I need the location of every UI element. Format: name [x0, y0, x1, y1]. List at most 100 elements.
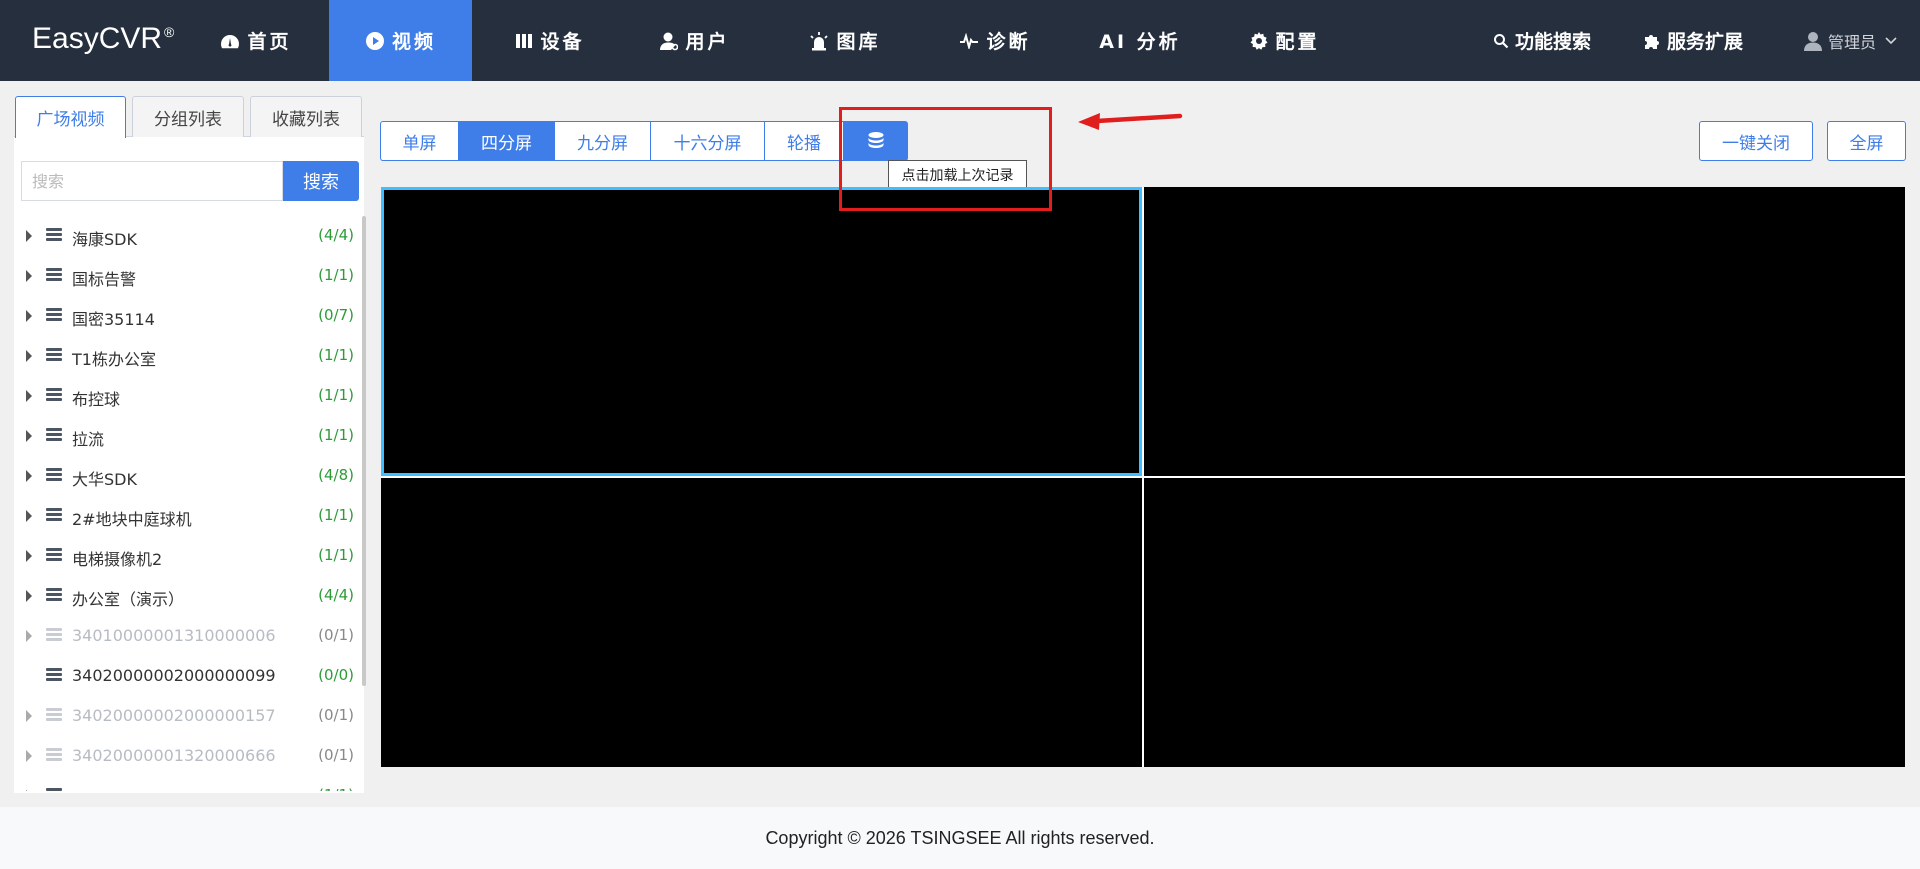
- expand-caret-icon[interactable]: [26, 470, 32, 482]
- tree-item[interactable]: 34020000002000000099 (0/0): [14, 656, 354, 696]
- nav-device[interactable]: 设备: [495, 0, 605, 81]
- tree-item[interactable]: 2#地块中庭球机 (1/1): [14, 496, 354, 536]
- service-extend-label: 服务扩展: [1667, 31, 1744, 53]
- load-history-button[interactable]: [844, 121, 908, 161]
- tree-item[interactable]: 海康SDK (4/4): [14, 216, 354, 256]
- alarm-light-icon: [810, 31, 829, 50]
- expand-caret-icon[interactable]: [26, 590, 32, 602]
- tree-item[interactable]: 大华SDK (4/8): [14, 456, 354, 496]
- server-icon: [46, 708, 62, 723]
- tab-group-list[interactable]: 分组列表: [132, 96, 244, 137]
- tree-item-count: (1/1): [318, 546, 354, 564]
- tree-item[interactable]: 34020000002000000157 (0/1): [14, 696, 354, 736]
- puzzle-icon: [1645, 34, 1659, 49]
- nav-home-label: 首页: [247, 31, 292, 53]
- expand-caret-icon[interactable]: [26, 630, 32, 642]
- tree-item[interactable]: 布控球 (1/1): [14, 376, 354, 416]
- tree-scrollbar[interactable]: [362, 216, 366, 686]
- copyright-text: Copyright © 2026 TSINGSEE All rights res…: [765, 827, 1155, 848]
- video-cell-2[interactable]: [1144, 187, 1905, 476]
- tree-item-name: 国密35114: [72, 310, 155, 329]
- tree-item[interactable]: 34010000001310000006 (0/1): [14, 616, 354, 656]
- video-cell-4[interactable]: [1144, 478, 1905, 767]
- expand-caret-icon[interactable]: [26, 790, 32, 791]
- layout-four[interactable]: 四分屏: [459, 121, 555, 161]
- tree-item-name: 办公室: [72, 786, 120, 791]
- close-all-button[interactable]: 一键关闭: [1699, 121, 1813, 161]
- tree-item-name: 布控球: [72, 390, 121, 409]
- fullscreen-button[interactable]: 全屏: [1827, 121, 1906, 161]
- nav-gallery[interactable]: 图库: [790, 0, 900, 81]
- tree-item[interactable]: 办公室 (1/1): [14, 776, 354, 791]
- video-cell-3[interactable]: [381, 478, 1142, 767]
- expand-caret-icon[interactable]: [26, 750, 32, 762]
- tree-item[interactable]: 国密35114 (0/7): [14, 296, 354, 336]
- nav-home[interactable]: 首页: [206, 0, 306, 81]
- layout-single[interactable]: 单屏: [380, 121, 459, 161]
- user-menu[interactable]: 管理员: [1803, 0, 1904, 81]
- nav-device-label: 设备: [540, 31, 585, 53]
- search-input[interactable]: [21, 161, 283, 201]
- video-cell-1[interactable]: [381, 187, 1142, 476]
- nav-video[interactable]: 视频: [329, 0, 472, 81]
- server-icon: [46, 228, 62, 243]
- layout-nine[interactable]: 九分屏: [555, 121, 651, 161]
- server-icon: [46, 668, 62, 683]
- tree-item[interactable]: 拉流 (1/1): [14, 416, 354, 456]
- tree-item-name: 海康SDK: [72, 230, 137, 249]
- tab-plaza-video[interactable]: 广场视频: [15, 96, 126, 138]
- tab-favorites[interactable]: 收藏列表: [250, 96, 362, 137]
- tree-item-name: 电梯摄像机2: [72, 550, 163, 569]
- expand-caret-icon[interactable]: [26, 710, 32, 722]
- gear-icon: [1250, 31, 1268, 50]
- nav-diagnose[interactable]: 诊断: [940, 0, 1050, 81]
- tree-item-count: (4/4): [318, 586, 354, 604]
- server-icon: [46, 308, 62, 323]
- tree-item-name: 办公室（演示）: [72, 590, 185, 609]
- feature-search[interactable]: 功能搜索: [1493, 0, 1591, 81]
- expand-caret-icon[interactable]: [26, 550, 32, 562]
- layout-sixteen[interactable]: 十六分屏: [651, 121, 765, 161]
- server-icon: [46, 388, 62, 403]
- tree-item-count: (1/1): [318, 266, 354, 284]
- tree-item[interactable]: T1栋办公室 (1/1): [14, 336, 354, 376]
- nav-video-label: 视频: [391, 31, 436, 53]
- nav-ai[interactable]: AI 分析: [1085, 0, 1195, 81]
- logo[interactable]: EasyCVR ®: [32, 22, 174, 56]
- tree-item[interactable]: 电梯摄像机2 (1/1): [14, 536, 354, 576]
- tree-item-name: 34020000002000000099: [72, 666, 276, 685]
- play-circle-icon: [365, 31, 384, 50]
- tree-item-count: (1/1): [318, 786, 354, 791]
- tree-item[interactable]: 办公室（演示） (4/4): [14, 576, 354, 616]
- server-icon: [46, 588, 62, 603]
- nav-config[interactable]: 配置: [1230, 0, 1340, 81]
- nav-user[interactable]: 用户: [640, 0, 750, 81]
- expand-caret-icon[interactable]: [26, 390, 32, 402]
- expand-caret-icon[interactable]: [26, 430, 32, 442]
- device-search: 搜索: [21, 161, 359, 201]
- tree-item-count: (1/1): [318, 386, 354, 404]
- history-tooltip: 点击加载上次记录: [888, 160, 1027, 190]
- pulse-icon: [960, 32, 979, 49]
- expand-caret-icon[interactable]: [26, 230, 32, 242]
- expand-caret-icon[interactable]: [26, 350, 32, 362]
- tree-item-count: (0/0): [318, 666, 354, 684]
- tree-item-count: (0/7): [318, 306, 354, 324]
- tree-item-name: 大华SDK: [72, 470, 137, 489]
- expand-caret-icon[interactable]: [26, 510, 32, 522]
- server-icon: [46, 428, 62, 443]
- nav-diagnose-label: 诊断: [986, 31, 1031, 53]
- search-button[interactable]: 搜索: [283, 161, 359, 201]
- feature-search-label: 功能搜索: [1515, 31, 1592, 53]
- expand-caret-icon[interactable]: [26, 310, 32, 322]
- video-main: 单屏 四分屏 九分屏 十六分屏 轮播 点击加载上次记录 一键关闭 全屏: [380, 93, 1906, 793]
- tree-item[interactable]: 34020000001320000666 (0/1): [14, 736, 354, 776]
- service-extend[interactable]: 服务扩展: [1643, 0, 1743, 81]
- search-icon: [1494, 33, 1509, 48]
- layout-carousel[interactable]: 轮播: [765, 121, 844, 161]
- tree-item-count: (4/8): [318, 466, 354, 484]
- tree-item[interactable]: 国标告警 (1/1): [14, 256, 354, 296]
- chevron-down-icon: [1885, 36, 1897, 44]
- server-icon: [46, 788, 62, 791]
- expand-caret-icon[interactable]: [26, 270, 32, 282]
